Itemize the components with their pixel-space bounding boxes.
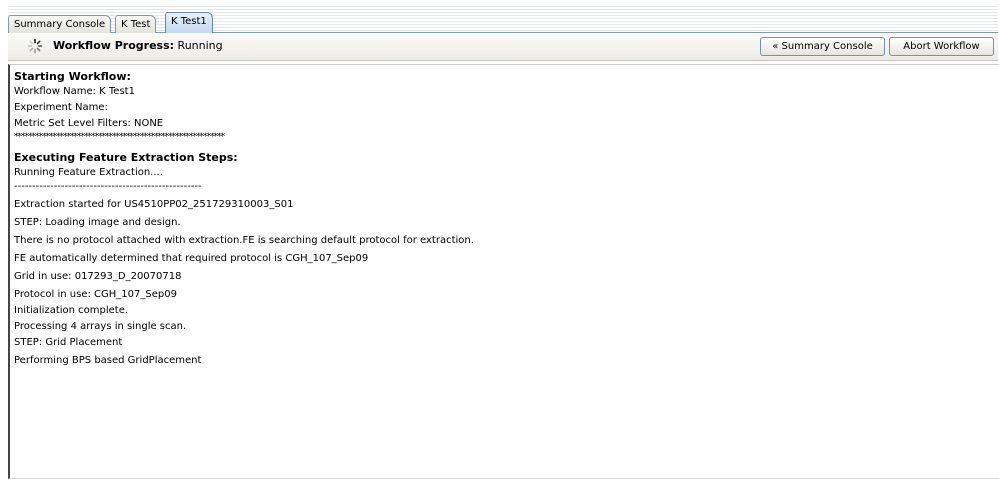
workflow-log-panel[interactable]: Starting Workflow: Workflow Name: K Test…	[8, 64, 999, 479]
progress-status: Running	[177, 39, 223, 52]
spinner-icon	[27, 38, 43, 54]
log-line: Grid in use: 017293_D_20070718	[14, 271, 182, 282]
log-line: STEP: Grid Placement	[14, 337, 123, 348]
log-line: Executing Feature Extraction Steps:	[14, 151, 238, 164]
tab-k-test[interactable]: K Test	[115, 15, 157, 33]
log-line: Protocol in use: CGH_107_Sep09	[14, 289, 177, 300]
workflow-progress: Workflow Progress: Running	[53, 39, 223, 52]
log-line: Extraction started for US4510PP02_251729…	[14, 199, 294, 210]
log-line: Processing 4 arrays in single scan.	[14, 321, 187, 332]
log-line: ----------------------------------------…	[14, 181, 202, 192]
tab-strip: Summary Console K Test K Test1	[8, 4, 998, 33]
log-line: Experiment Name:	[14, 102, 108, 113]
log-line: Starting Workflow:	[14, 70, 131, 83]
workflow-header: Workflow Progress: Running « Summary Con…	[8, 33, 998, 61]
log-line: FE automatically determined that require…	[14, 253, 369, 264]
tab-k-test1[interactable]: K Test1	[165, 12, 213, 33]
log-line: STEP: Loading image and design.	[14, 217, 181, 228]
progress-label: Workflow Progress:	[53, 39, 175, 52]
log-line: Metric Set Level Filters: NONE	[14, 118, 164, 129]
summary-console-button[interactable]: « Summary Console	[760, 37, 885, 56]
log-line: Workflow Name: K Test1	[14, 86, 135, 97]
log-line: Initialization complete.	[14, 305, 129, 316]
tab-summary-console[interactable]: Summary Console	[8, 15, 112, 33]
log-line: Performing BPS based GridPlacement	[14, 355, 202, 366]
abort-workflow-button[interactable]: Abort Workflow	[889, 37, 994, 56]
log-line: There is no protocol attached with extra…	[14, 235, 474, 246]
log-line: Running Feature Extraction....	[14, 167, 163, 178]
log-line: ****************************************…	[14, 132, 225, 142]
